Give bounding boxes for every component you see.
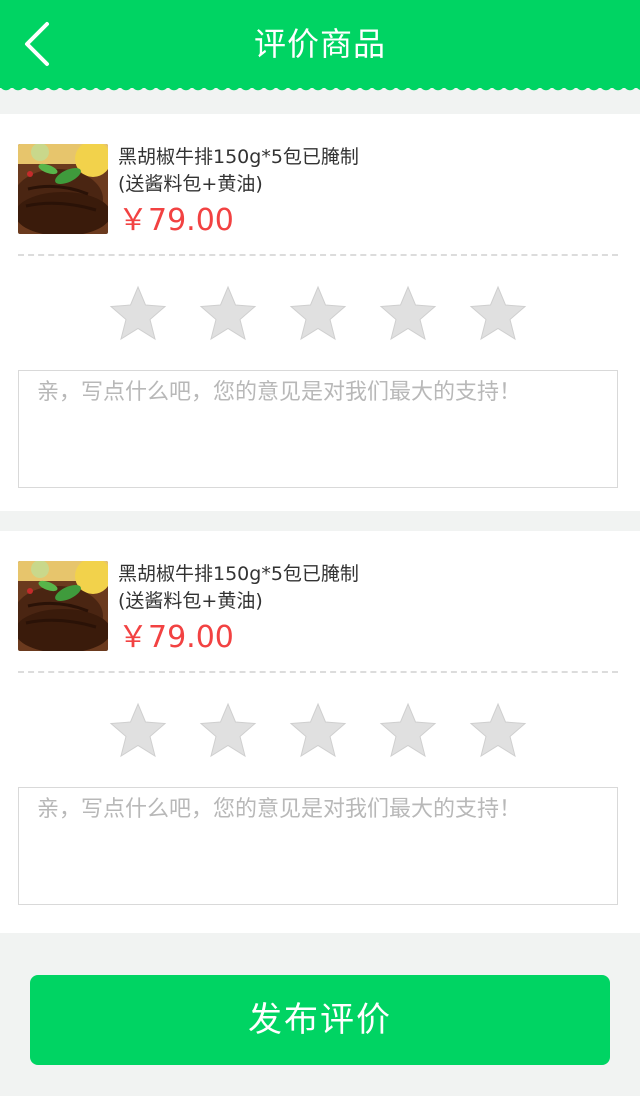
product-name: 黑胡椒牛排150g*5包已腌制 <box>118 563 359 585</box>
steak-image <box>18 561 108 651</box>
review-card: 黑胡椒牛排150g*5包已腌制 (送酱料包+黄油) ￥79.00 亲，写点什么吧… <box>0 114 640 511</box>
rating-stars <box>18 673 618 787</box>
star-icon[interactable] <box>288 284 348 344</box>
product-thumbnail <box>18 561 108 651</box>
star-icon[interactable] <box>468 284 528 344</box>
star-icon[interactable] <box>468 701 528 761</box>
submit-area: 发布评价 <box>0 933 640 1065</box>
star-icon[interactable] <box>378 701 438 761</box>
star-icon[interactable] <box>378 284 438 344</box>
product-name-extra: (送酱料包+黄油) <box>118 590 263 612</box>
publish-review-button[interactable]: 发布评价 <box>30 975 610 1065</box>
product-price: ￥79.00 <box>118 620 234 655</box>
product-row: 黑胡椒牛排150g*5包已腌制 (送酱料包+黄油) ￥79.00 <box>18 114 618 256</box>
product-thumbnail <box>18 144 108 234</box>
product-name-extra: (送酱料包+黄油) <box>118 173 263 195</box>
review-card: 黑胡椒牛排150g*5包已腌制 (送酱料包+黄油) ￥79.00 亲，写点什么吧… <box>0 531 640 933</box>
product-name: 黑胡椒牛排150g*5包已腌制 <box>118 146 359 168</box>
star-icon[interactable] <box>198 284 258 344</box>
rating-stars <box>18 256 618 370</box>
comment-input[interactable]: 亲，写点什么吧，您的意见是对我们最大的支持！ <box>18 787 618 905</box>
star-icon[interactable] <box>108 284 168 344</box>
comment-input[interactable]: 亲，写点什么吧，您的意见是对我们最大的支持！ <box>18 370 618 488</box>
page-title: 评价商品 <box>253 25 386 63</box>
header-bar: 评价商品 <box>0 0 640 94</box>
steak-image <box>18 144 108 234</box>
product-row: 黑胡椒牛排150g*5包已腌制 (送酱料包+黄油) ￥79.00 <box>18 531 618 673</box>
star-icon[interactable] <box>198 701 258 761</box>
star-icon[interactable] <box>288 701 348 761</box>
product-price: ￥79.00 <box>118 203 234 238</box>
star-icon[interactable] <box>108 701 168 761</box>
